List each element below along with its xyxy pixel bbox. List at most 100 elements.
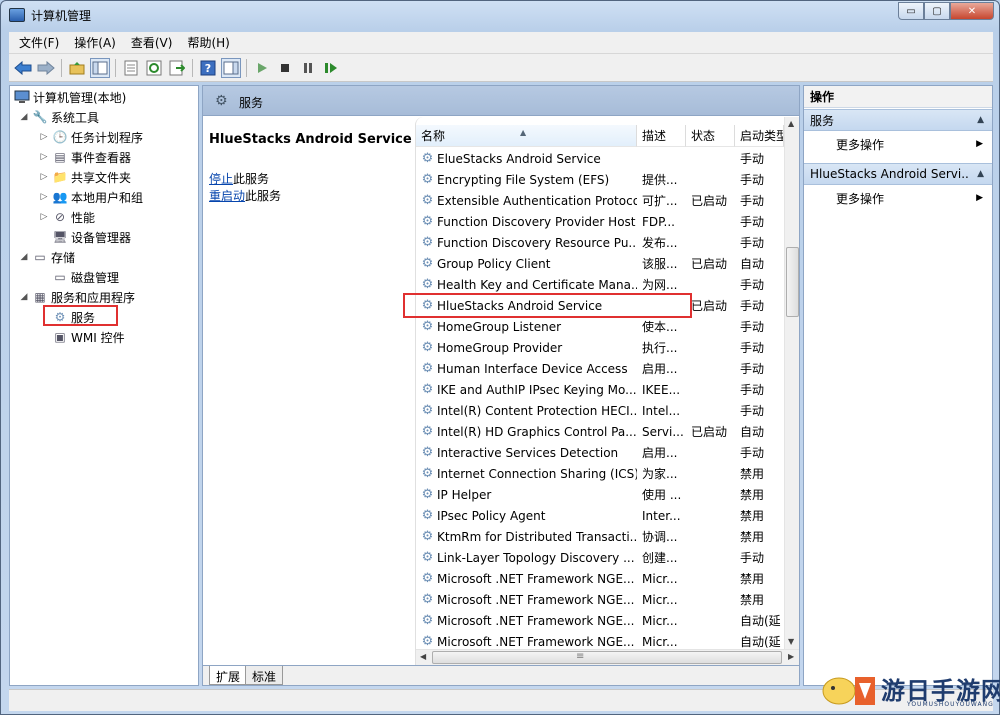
refresh-icon[interactable] bbox=[144, 58, 164, 78]
collapsed-arrow-icon[interactable]: ▷ bbox=[38, 212, 50, 222]
collapsed-arrow-icon[interactable]: ▷ bbox=[38, 172, 50, 182]
scroll-up-icon[interactable]: ▲ bbox=[788, 119, 794, 128]
back-arrow-icon[interactable] bbox=[13, 58, 33, 78]
tree-root[interactable]: 计算机管理(本地) bbox=[12, 87, 126, 107]
title-bar[interactable]: 计算机管理 ▭ ▢ ✕ bbox=[1, 1, 999, 29]
tree-item[interactable]: ◢ ▭ 存储 bbox=[18, 247, 75, 267]
tree-item[interactable]: 🖥 设备管理器 bbox=[38, 227, 131, 247]
service-row[interactable]: ⚙ IKE and AuthIP IPsec Keying Mo... IKEE..… bbox=[416, 379, 784, 400]
tree-item[interactable]: ▷ ⊘ 性能 bbox=[38, 207, 95, 227]
service-description: 提供... bbox=[642, 173, 678, 187]
close-button[interactable]: ✕ bbox=[950, 2, 994, 20]
service-row[interactable]: ⚙ Microsoft .NET Framework NGE... Micr... 禁… bbox=[416, 589, 784, 610]
scroll-down-icon[interactable]: ▼ bbox=[788, 637, 794, 646]
collapsed-arrow-icon[interactable]: ▷ bbox=[38, 152, 50, 162]
service-row[interactable]: ⚙ Human Interface Device Access 启用... 手动 bbox=[416, 358, 784, 379]
service-row[interactable]: ⚙ Encrypting File System (EFS) 提供... 手动 bbox=[416, 169, 784, 190]
tree-item[interactable]: ◢ 🔧 系统工具 bbox=[18, 107, 99, 127]
tree-item[interactable]: ▷ ▤ 事件查看器 bbox=[38, 147, 131, 167]
menu-file[interactable]: 文件(F) bbox=[9, 34, 64, 51]
play-icon[interactable] bbox=[252, 58, 272, 78]
tree-item-label: 服务和应用程序 bbox=[51, 290, 136, 305]
search-gear-icon: ⚙ bbox=[215, 93, 228, 109]
expanded-arrow-icon[interactable]: ◢ bbox=[18, 292, 30, 302]
service-row[interactable]: ⚙ Microsoft .NET Framework NGE... Micr... 自… bbox=[416, 610, 784, 631]
column-description[interactable]: 描述 bbox=[637, 125, 686, 147]
tree-item[interactable]: ▷ 👥 本地用户和组 bbox=[38, 187, 143, 207]
view-tabs: 扩展 标准 bbox=[203, 665, 799, 685]
tree-item[interactable]: ▣ WMI 控件 bbox=[38, 327, 124, 347]
column-name[interactable]: 名称 ▲ bbox=[416, 125, 637, 147]
tree-item[interactable]: ▭ 磁盘管理 bbox=[38, 267, 119, 287]
minimize-button[interactable]: ▭ bbox=[898, 2, 924, 20]
stop-service-link[interactable]: 停止 bbox=[209, 172, 233, 186]
service-row[interactable]: ⚙ KtmRm for Distributed Transacti... 协调...… bbox=[416, 526, 784, 547]
horizontal-scroll-thumb[interactable]: ≡ bbox=[432, 651, 782, 664]
properties-icon[interactable] bbox=[121, 58, 141, 78]
collapse-up-icon[interactable]: ▲ bbox=[977, 169, 984, 179]
resume-icon[interactable] bbox=[321, 58, 341, 78]
service-row[interactable]: ⚙ ElueStacks Android Service 手动 bbox=[416, 148, 784, 169]
service-row[interactable]: ⚙ Link-Layer Topology Discovery ... 创建... 手… bbox=[416, 547, 784, 568]
service-row[interactable]: ⚙ IP Helper 使用 ... 禁用 bbox=[416, 484, 784, 505]
service-description: Servi... bbox=[642, 424, 684, 439]
expanded-arrow-icon[interactable]: ◢ bbox=[18, 112, 30, 122]
menu-help[interactable]: 帮助(H) bbox=[177, 34, 234, 51]
tree-item[interactable]: ◢ ▦ 服务和应用程序 bbox=[18, 287, 135, 307]
tree-item[interactable]: ▷ 🕒 任务计划程序 bbox=[38, 127, 143, 147]
service-startup-type: 自动 bbox=[740, 257, 765, 271]
column-status-label: 状态 bbox=[691, 129, 716, 143]
vertical-scrollbar[interactable]: ▲ ▼ bbox=[784, 117, 799, 649]
actions-group-services[interactable]: 服务 ▲ bbox=[804, 109, 992, 131]
horizontal-scrollbar[interactable]: ◀ ≡ ▶ bbox=[416, 649, 799, 665]
service-row[interactable]: ⚙ Internet Connection Sharing (ICS) 为家... 禁… bbox=[416, 463, 784, 484]
column-startup-type[interactable]: 启动类型 bbox=[735, 125, 784, 147]
service-name: Intel(R) HD Graphics Control Pa... bbox=[437, 424, 637, 439]
tools-icon: 🔧 bbox=[32, 110, 48, 124]
service-row[interactable]: ⚙ Extensible Authentication Protocol 可扩...… bbox=[416, 190, 784, 211]
forward-arrow-icon[interactable] bbox=[36, 58, 56, 78]
tab-standard[interactable]: 标准 bbox=[245, 666, 284, 685]
expanded-arrow-icon[interactable]: ◢ bbox=[18, 252, 30, 262]
service-startup-type: 手动 bbox=[740, 299, 765, 313]
service-row[interactable]: ⚙ Health Key and Certificate Mana... 为网...… bbox=[416, 274, 784, 295]
service-row[interactable]: ⚙ HomeGroup Listener 使本... 手动 bbox=[416, 316, 784, 337]
menu-view[interactable]: 查看(V) bbox=[121, 34, 178, 51]
collapse-up-icon[interactable]: ▲ bbox=[977, 115, 984, 125]
service-row[interactable]: ⚙ Function Discovery Provider Host FDP... 手… bbox=[416, 211, 784, 232]
collapsed-arrow-icon[interactable]: ▷ bbox=[38, 192, 50, 202]
actions-group-selected-service[interactable]: HlueStacks Android Servi... ▲ bbox=[804, 163, 992, 185]
menu-action[interactable]: 操作(A) bbox=[64, 34, 121, 51]
collapsed-arrow-icon[interactable]: ▷ bbox=[38, 132, 50, 142]
up-folder-icon[interactable] bbox=[67, 58, 87, 78]
scroll-left-icon[interactable]: ◀ bbox=[420, 652, 426, 661]
restart-service-link[interactable]: 重启动 bbox=[209, 189, 245, 203]
service-row[interactable]: ⚙ Interactive Services Detection 启用... 手动 bbox=[416, 442, 784, 463]
users-icon: 👥 bbox=[52, 190, 68, 204]
service-row[interactable]: ⚙ Function Discovery Resource Pu... 发布... 手… bbox=[416, 232, 784, 253]
stop-icon[interactable] bbox=[275, 58, 295, 78]
service-row[interactable]: ⚙ Intel(R) Content Protection HECI... Inte… bbox=[416, 400, 784, 421]
help-icon[interactable]: ? bbox=[198, 58, 218, 78]
export-icon[interactable] bbox=[167, 58, 187, 78]
service-row[interactable]: ⚙ Group Policy Client 该服... 已启动 自动 bbox=[416, 253, 784, 274]
show-tree-icon[interactable] bbox=[90, 57, 110, 78]
more-actions-selected[interactable]: 更多操作 ▶ bbox=[804, 187, 992, 209]
watermark-logo bbox=[822, 677, 875, 705]
clock-icon: 🕒 bbox=[52, 130, 68, 144]
service-row[interactable]: ⚙ Microsoft .NET Framework NGE... Micr... 禁… bbox=[416, 568, 784, 589]
service-row[interactable]: ⚙ Intel(R) HD Graphics Control Pa... Servi… bbox=[416, 421, 784, 442]
scroll-right-icon[interactable]: ▶ bbox=[788, 652, 794, 661]
pause-icon[interactable] bbox=[298, 58, 318, 78]
tab-extended[interactable]: 扩展 bbox=[209, 666, 248, 685]
vertical-scroll-thumb[interactable] bbox=[786, 247, 799, 317]
service-row[interactable]: ⚙ HomeGroup Provider 执行... 手动 bbox=[416, 337, 784, 358]
maximize-button[interactable]: ▢ bbox=[924, 2, 950, 20]
tree-item[interactable]: ▷ 📁 共享文件夹 bbox=[38, 167, 131, 187]
service-description: 发布... bbox=[642, 236, 678, 250]
more-actions-services[interactable]: 更多操作 ▶ bbox=[804, 133, 992, 155]
action-pane-icon[interactable] bbox=[221, 57, 241, 78]
column-status[interactable]: 状态 bbox=[686, 125, 735, 147]
navigation-tree: 计算机管理(本地) ◢ 🔧 系统工具 ▷ 🕒 任务计划程序 ▷ ▤ 事件查看器 ▷ 📁 共享文件夹 ▷ 👥… bbox=[9, 85, 199, 686]
service-row[interactable]: ⚙ IPsec Policy Agent Inter... 禁用 bbox=[416, 505, 784, 526]
